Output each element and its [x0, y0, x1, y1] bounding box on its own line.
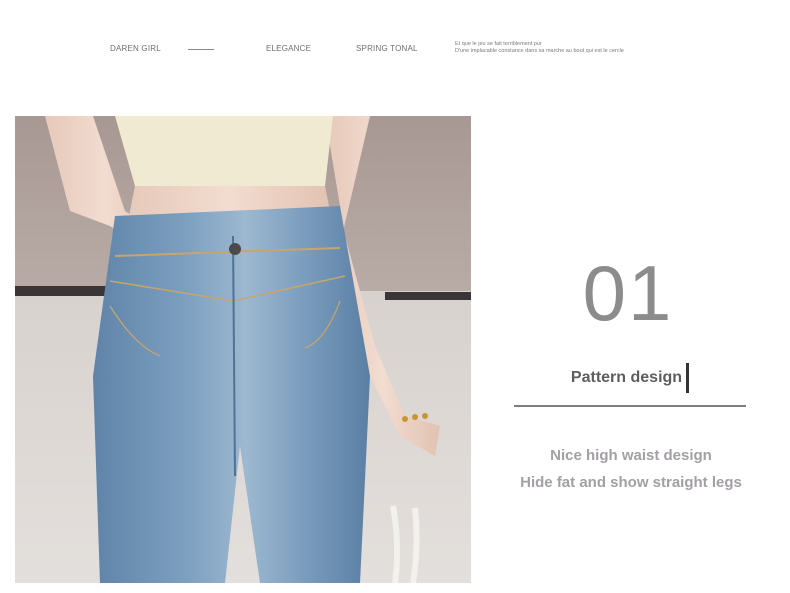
jeans-illustration — [15, 116, 471, 583]
feature-description-1: Nice high waist design — [550, 447, 712, 464]
feature-title: Pattern design — [570, 369, 683, 386]
heading-divider — [514, 405, 746, 407]
brand-label: DAREN GIRL — [110, 44, 161, 53]
slogan-text: Et que le jeu se fait terriblement pur D… — [455, 41, 624, 55]
feature-number: 01 — [582, 249, 674, 337]
feature-description-2: Hide fat and show straight legs — [520, 474, 742, 491]
top-banner: DAREN GIRL ELEGANCE SPRING TONAL Et que … — [0, 0, 790, 100]
heading-bar — [686, 363, 690, 393]
slogan-line-1: Et que le jeu se fait terriblement pur — [455, 41, 542, 47]
elegance-label: ELEGANCE — [266, 44, 312, 53]
feature-heading: Pattern design — [514, 363, 746, 393]
slogan-line-2: D'une implacable constance dans sa march… — [455, 48, 624, 54]
spring-label: SPRING TONAL — [356, 44, 418, 53]
product-photo — [15, 116, 471, 583]
divider-line — [188, 49, 214, 50]
